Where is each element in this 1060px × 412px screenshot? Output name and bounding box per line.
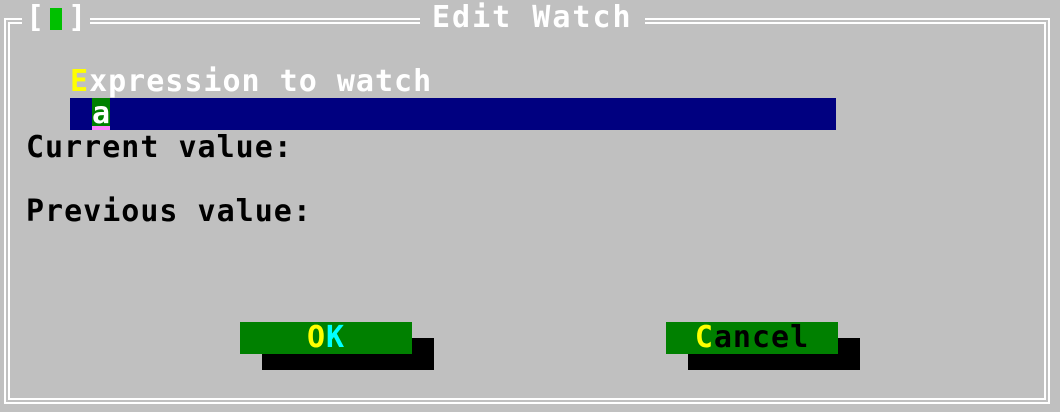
expression-label: Expression to watch <box>70 64 432 100</box>
current-value-label: Current value: <box>26 130 293 165</box>
expression-input[interactable]: a <box>70 98 836 130</box>
close-bracket-right: ] <box>68 0 87 35</box>
previous-value-label: Previous value: <box>26 194 312 229</box>
cancel-button-hotkey: C <box>694 320 714 355</box>
edit-watch-dialog: [] Edit Watch Expression to watch a Curr… <box>0 0 1060 412</box>
ok-button[interactable]: OK <box>240 322 412 354</box>
dialog-title: Edit Watch <box>420 0 645 36</box>
cancel-button-label: ancel <box>713 320 810 355</box>
cancel-button[interactable]: Cancel <box>666 322 838 354</box>
expression-input-value: a <box>92 98 111 130</box>
expression-label-hotkey: E <box>70 64 90 99</box>
close-bracket-left: [ <box>26 0 45 35</box>
close-button[interactable]: [] <box>22 0 91 36</box>
expression-label-text: xpression to watch <box>89 64 433 99</box>
ok-button-label: K <box>326 320 346 355</box>
ok-button-hotkey: O <box>306 320 326 355</box>
close-box-icon <box>50 7 63 30</box>
